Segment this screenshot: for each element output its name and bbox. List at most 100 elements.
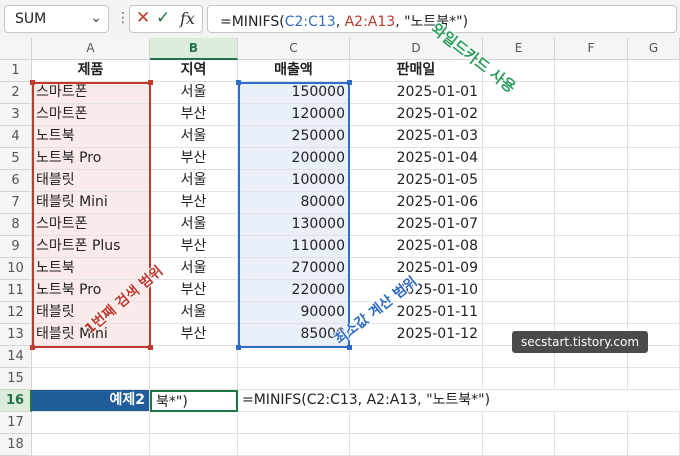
cell[interactable] — [555, 126, 628, 148]
cell[interactable] — [555, 82, 628, 104]
table-cell[interactable]: 120000 — [238, 104, 350, 126]
cell[interactable] — [628, 60, 680, 82]
cell[interactable] — [628, 148, 680, 170]
cell[interactable] — [350, 434, 483, 456]
row-header-9[interactable]: 9 — [0, 236, 32, 258]
cell[interactable] — [555, 390, 628, 412]
row-header-5[interactable]: 5 — [0, 148, 32, 170]
table-header-cell[interactable]: 제품 — [32, 60, 150, 82]
row-header-10[interactable]: 10 — [0, 258, 32, 280]
table-cell[interactable]: 부산 — [150, 148, 238, 170]
table-cell[interactable]: 90000 — [238, 302, 350, 324]
cell[interactable] — [483, 104, 555, 126]
cell[interactable] — [555, 280, 628, 302]
cell[interactable] — [555, 258, 628, 280]
cell[interactable] — [350, 412, 483, 434]
cell[interactable] — [628, 214, 680, 236]
table-cell[interactable]: 130000 — [238, 214, 350, 236]
table-cell[interactable]: 스마트폰 — [32, 82, 150, 104]
row-header-12[interactable]: 12 — [0, 302, 32, 324]
row-header-7[interactable]: 7 — [0, 192, 32, 214]
table-cell[interactable]: 110000 — [238, 236, 350, 258]
row-header-3[interactable]: 3 — [0, 104, 32, 126]
cell[interactable] — [628, 390, 680, 412]
cell[interactable] — [628, 302, 680, 324]
table-cell[interactable]: 2025-01-08 — [350, 236, 483, 258]
table-cell[interactable]: 서울 — [150, 170, 238, 192]
range-handle[interactable] — [148, 345, 153, 350]
cell[interactable] — [238, 368, 350, 390]
table-cell[interactable]: 부산 — [150, 236, 238, 258]
table-cell[interactable]: 부산 — [150, 104, 238, 126]
range-handle[interactable] — [347, 345, 352, 350]
cell[interactable] — [628, 412, 680, 434]
cell[interactable] — [238, 346, 350, 368]
table-cell[interactable]: 서울 — [150, 126, 238, 148]
cell[interactable] — [350, 390, 483, 412]
table-cell[interactable]: 2025-01-09 — [350, 258, 483, 280]
cell[interactable] — [555, 412, 628, 434]
cell[interactable] — [555, 60, 628, 82]
cell[interactable] — [350, 368, 483, 390]
cell[interactable] — [483, 390, 555, 412]
cell[interactable] — [555, 104, 628, 126]
cell[interactable] — [483, 258, 555, 280]
table-cell[interactable]: 2025-01-12 — [350, 324, 483, 346]
insert-function-icon[interactable]: fx — [180, 9, 195, 28]
table-cell[interactable]: 부산 — [150, 192, 238, 214]
column-header-g[interactable]: G — [628, 38, 680, 60]
row-header-15[interactable]: 15 — [0, 368, 32, 390]
cell[interactable] — [483, 412, 555, 434]
table-cell[interactable]: 태블릿 Mini — [32, 192, 150, 214]
column-header-c[interactable]: C — [238, 38, 350, 60]
table-cell[interactable]: 2025-01-02 — [350, 104, 483, 126]
range-handle[interactable] — [148, 80, 153, 85]
cell[interactable] — [628, 236, 680, 258]
table-cell[interactable]: 서울 — [150, 82, 238, 104]
formula-text-cell[interactable]: =MINIFS(C2:C13, A2:A13, "노트북*") — [238, 390, 490, 412]
cell[interactable] — [483, 148, 555, 170]
cell[interactable] — [483, 368, 555, 390]
row-header-1[interactable]: 1 — [0, 60, 32, 82]
cell[interactable] — [32, 346, 150, 368]
cell[interactable] — [628, 192, 680, 214]
range-handle[interactable] — [236, 80, 241, 85]
table-cell[interactable]: 태블릿 — [32, 170, 150, 192]
cell[interactable] — [555, 170, 628, 192]
row-header-17[interactable]: 17 — [0, 412, 32, 434]
table-cell[interactable]: 노트북 — [32, 126, 150, 148]
cell[interactable] — [238, 434, 350, 456]
cell[interactable] — [628, 170, 680, 192]
cell[interactable] — [628, 258, 680, 280]
cell[interactable] — [555, 368, 628, 390]
cell[interactable] — [555, 148, 628, 170]
table-header-cell[interactable]: 매출액 — [238, 60, 350, 82]
row-header-6[interactable]: 6 — [0, 170, 32, 192]
cell[interactable] — [628, 280, 680, 302]
cell[interactable] — [350, 346, 483, 368]
table-cell[interactable]: 서울 — [150, 214, 238, 236]
select-all-corner[interactable] — [0, 38, 32, 60]
cell[interactable] — [628, 82, 680, 104]
table-cell[interactable]: 80000 — [238, 192, 350, 214]
table-cell[interactable]: 2025-01-07 — [350, 214, 483, 236]
row-header-4[interactable]: 4 — [0, 126, 32, 148]
row-header-18[interactable]: 18 — [0, 434, 32, 456]
cell[interactable] — [150, 412, 238, 434]
cell[interactable] — [483, 236, 555, 258]
table-cell[interactable]: 2025-01-03 — [350, 126, 483, 148]
cell[interactable] — [628, 434, 680, 456]
row-header-11[interactable]: 11 — [0, 280, 32, 302]
row-header-13[interactable]: 13 — [0, 324, 32, 346]
example-label-cell[interactable]: 예제2 — [32, 390, 150, 412]
table-cell[interactable]: 스마트폰 — [32, 104, 150, 126]
row-header-8[interactable]: 8 — [0, 214, 32, 236]
table-cell[interactable]: 150000 — [238, 82, 350, 104]
cell[interactable] — [483, 170, 555, 192]
table-cell[interactable]: 2025-01-04 — [350, 148, 483, 170]
table-cell[interactable]: 스마트폰 — [32, 214, 150, 236]
more-options-icon[interactable]: ⋮ — [116, 9, 130, 27]
table-cell[interactable]: 서울 — [150, 302, 238, 324]
column-header-f[interactable]: F — [555, 38, 628, 60]
table-cell[interactable]: 2025-01-06 — [350, 192, 483, 214]
